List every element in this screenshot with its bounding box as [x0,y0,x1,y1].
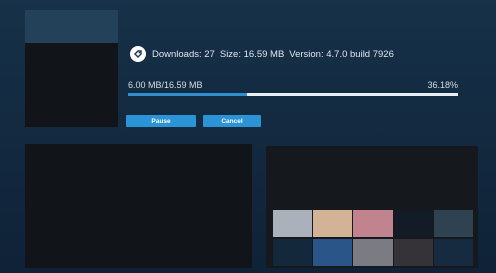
downloads-count: Downloads: 27 [152,48,215,60]
download-info-row: Downloads: 27 Size: 16.59 MB Version: 4.… [130,45,399,63]
color-swatch [273,210,313,237]
color-swatch [313,210,353,237]
color-swatch [273,239,313,266]
file-size: Size: 16.59 MB [219,48,285,60]
app-thumbnail [25,10,118,127]
progress-bar-fill [128,93,248,96]
cancel-button[interactable]: Cancel [203,115,261,127]
screenshot-preview-left[interactable] [25,144,252,268]
color-swatch [393,239,433,266]
color-swatch [313,239,353,266]
tag-icon [130,46,146,62]
app-thumbnail-header [25,10,118,43]
color-swatch [393,210,433,237]
color-swatch [353,210,393,237]
pause-button[interactable]: Pause [126,115,196,127]
progress-labels: 6.00 MB/16.59 MB 36.18% [128,80,458,92]
progress-amount: 6.00 MB/16.59 MB [128,80,203,90]
version-info: Version: 4.7.0 build 7926 [289,48,394,60]
progress-percent: 36.18% [427,80,458,90]
color-swatch [433,239,473,266]
color-swatch [433,210,473,237]
color-swatch [353,239,393,266]
color-swatch-grid [273,210,473,266]
progress-bar [128,93,458,96]
